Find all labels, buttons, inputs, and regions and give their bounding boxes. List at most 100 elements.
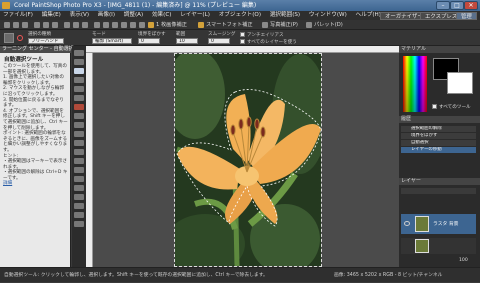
visibility-eye-icon[interactable] — [404, 221, 410, 226]
learning-center-title: 自動選択ツール — [4, 57, 44, 63]
save-icon[interactable] — [22, 22, 28, 28]
paint-brush-icon[interactable] — [74, 149, 84, 155]
redo-icon[interactable] — [52, 22, 58, 28]
maximize-button[interactable]: □ — [450, 1, 464, 10]
resize-icon[interactable] — [139, 22, 145, 28]
cut-icon[interactable] — [64, 22, 70, 28]
dodge-tool-icon[interactable] — [74, 131, 84, 137]
status-hint: 自動選択ツール: クリックして輪郭し、選択します。Shift キーを使って既存の… — [4, 273, 268, 278]
one-step-fix-icon[interactable] — [148, 22, 154, 28]
menu-selections[interactable]: 選択範囲(S) — [270, 12, 300, 18]
eraser-tool-icon[interactable] — [74, 167, 84, 173]
menu-effects[interactable]: 効果(C) — [152, 12, 171, 18]
status-bar: 自動選択ツール: クリックして輪郭し、選択します。Shift キーを使って既存の… — [0, 267, 480, 282]
clone-brush-icon[interactable] — [74, 122, 84, 128]
pen-tool-icon[interactable] — [74, 203, 84, 209]
learning-center-body: このツールを使用して、写真の一部を選択します。 1. 画像上で選択したい対象の輪… — [3, 64, 68, 187]
background-color-swatch[interactable] — [447, 72, 473, 94]
opacity-value[interactable]: 100 — [459, 258, 468, 263]
menu-adjust[interactable]: 調整(A) — [124, 12, 143, 18]
feather-input[interactable]: 0 — [138, 38, 160, 44]
learning-center-panel: ラーニング センター - 自動選択ツール 自動選択ツール このツールを使用して、… — [0, 46, 89, 267]
menu-bar: ファイル(F) 編集(E) 表示(V) 画像(I) 調整(A) 効果(C) レイ… — [0, 11, 480, 20]
photo-fix-menu[interactable]: 写真補正(P) — [270, 20, 298, 30]
dropper-tool-icon[interactable] — [74, 77, 84, 83]
selection-type-select[interactable]: フリーハンド — [28, 38, 64, 44]
manage-button[interactable]: 管理 — [456, 12, 477, 20]
right-palettes: マテリアル すべてのツール 履歴 選択範囲の解除 境界をぼかす 自動選択 レイヤ… — [399, 46, 480, 267]
reset-icon[interactable] — [17, 35, 23, 41]
menu-image[interactable]: 画像(I) — [98, 12, 115, 18]
pan-tool-icon[interactable] — [74, 50, 84, 56]
vertical-ruler — [86, 53, 93, 267]
antialias-checkbox[interactable] — [240, 32, 245, 37]
photo-canvas[interactable] — [174, 53, 322, 267]
history-item[interactable]: 境界をぼかす — [401, 133, 476, 139]
preset-picker[interactable] — [4, 33, 14, 43]
menu-view[interactable]: 表示(V) — [70, 12, 89, 18]
all-layers-checkbox[interactable] — [240, 39, 245, 44]
layer-row-mask[interactable] — [401, 238, 476, 254]
undo-icon[interactable] — [43, 22, 49, 28]
zoom-icon[interactable] — [94, 22, 100, 28]
feather-label: 境界をぼかす — [138, 32, 166, 37]
layers-toolbar — [401, 188, 476, 194]
history-item[interactable]: 選択範囲の解除 — [401, 126, 476, 132]
zoom-tool-icon[interactable] — [74, 59, 84, 65]
menu-file[interactable]: ファイル(F) — [3, 12, 33, 18]
straighten-tool-icon[interactable] — [74, 95, 84, 101]
all-tools-label: すべてのツール — [439, 105, 471, 110]
layer-row-background[interactable]: ラスタ 背景 — [401, 214, 476, 234]
lily-photo — [175, 54, 321, 266]
crop-icon[interactable] — [103, 22, 109, 28]
warp-brush-icon[interactable] — [74, 212, 84, 218]
shape-tool-icon[interactable] — [74, 194, 84, 200]
smoothing-label: スムージング — [208, 32, 236, 37]
palettes-menu[interactable]: パレット(D) — [314, 20, 343, 30]
minimize-button[interactable]: – — [436, 1, 450, 10]
mirror-icon[interactable] — [130, 22, 136, 28]
hint-2: ・選択範囲の解除は Ctrl+D キーです。 — [3, 170, 68, 181]
image-info: 画像: 3465 x 5202 x RGB - 8 ビット/チャンネル — [334, 273, 443, 278]
mode-select[interactable]: 輪郭 (Smart) — [92, 38, 132, 44]
makeover-tool-icon[interactable] — [74, 113, 84, 119]
history-item[interactable]: 自動選択 — [401, 140, 476, 146]
learning-center-header: ラーニング センター - 自動選択ツール — [0, 46, 89, 53]
red-eye-tool-icon[interactable] — [74, 104, 84, 110]
palette-icon[interactable] — [306, 22, 312, 28]
close-button[interactable]: ✕ — [464, 1, 478, 10]
menu-layers[interactable]: レイヤー(L) — [180, 12, 210, 18]
mesh-warp-icon[interactable] — [74, 221, 84, 227]
all-layers-label: すべてのレイヤーを使う — [247, 40, 297, 45]
selection-tool-icon[interactable] — [74, 68, 84, 74]
menu-help[interactable]: ヘルプ(H) — [356, 12, 381, 18]
title-bar: Corel PaintShop Photo Pro X3 - [IMG_4811… — [0, 0, 480, 11]
flip-icon[interactable] — [121, 22, 127, 28]
smudge-tool-icon[interactable] — [74, 140, 84, 146]
text-tool-icon[interactable] — [74, 185, 84, 191]
range-label: 範囲 — [176, 32, 186, 37]
print-icon[interactable] — [34, 22, 40, 28]
horizontal-ruler — [86, 46, 399, 53]
paste-icon[interactable] — [82, 22, 88, 28]
photo-fix-icon[interactable] — [262, 22, 268, 28]
menu-objects[interactable]: オブジェクト(O) — [219, 12, 261, 18]
menu-edit[interactable]: 編集(E) — [42, 12, 61, 18]
open-icon[interactable] — [13, 22, 19, 28]
one-step-fix-button[interactable]: 1 枚画像補正 — [156, 20, 187, 30]
new-icon[interactable] — [4, 22, 10, 28]
mask-thumbnail — [415, 239, 429, 253]
copy-icon[interactable] — [73, 22, 79, 28]
rotate-icon[interactable] — [112, 22, 118, 28]
smoothing-input[interactable]: 0 — [208, 38, 230, 44]
all-tools-checkbox[interactable] — [432, 104, 437, 109]
menu-window[interactable]: ウィンドウ(W) — [309, 12, 347, 18]
crop-tool-icon[interactable] — [74, 86, 84, 92]
details-link[interactable]: 詳細 — [3, 181, 68, 187]
flood-fill-icon[interactable] — [74, 176, 84, 182]
smart-fix-icon[interactable] — [198, 22, 204, 28]
range-input[interactable]: 10 — [176, 38, 198, 44]
smart-photo-fix-button[interactable]: スマートフォト補正 — [206, 20, 253, 30]
history-item-selected[interactable]: レイヤーの移動 — [401, 147, 476, 153]
air-brush-icon[interactable] — [74, 158, 84, 164]
